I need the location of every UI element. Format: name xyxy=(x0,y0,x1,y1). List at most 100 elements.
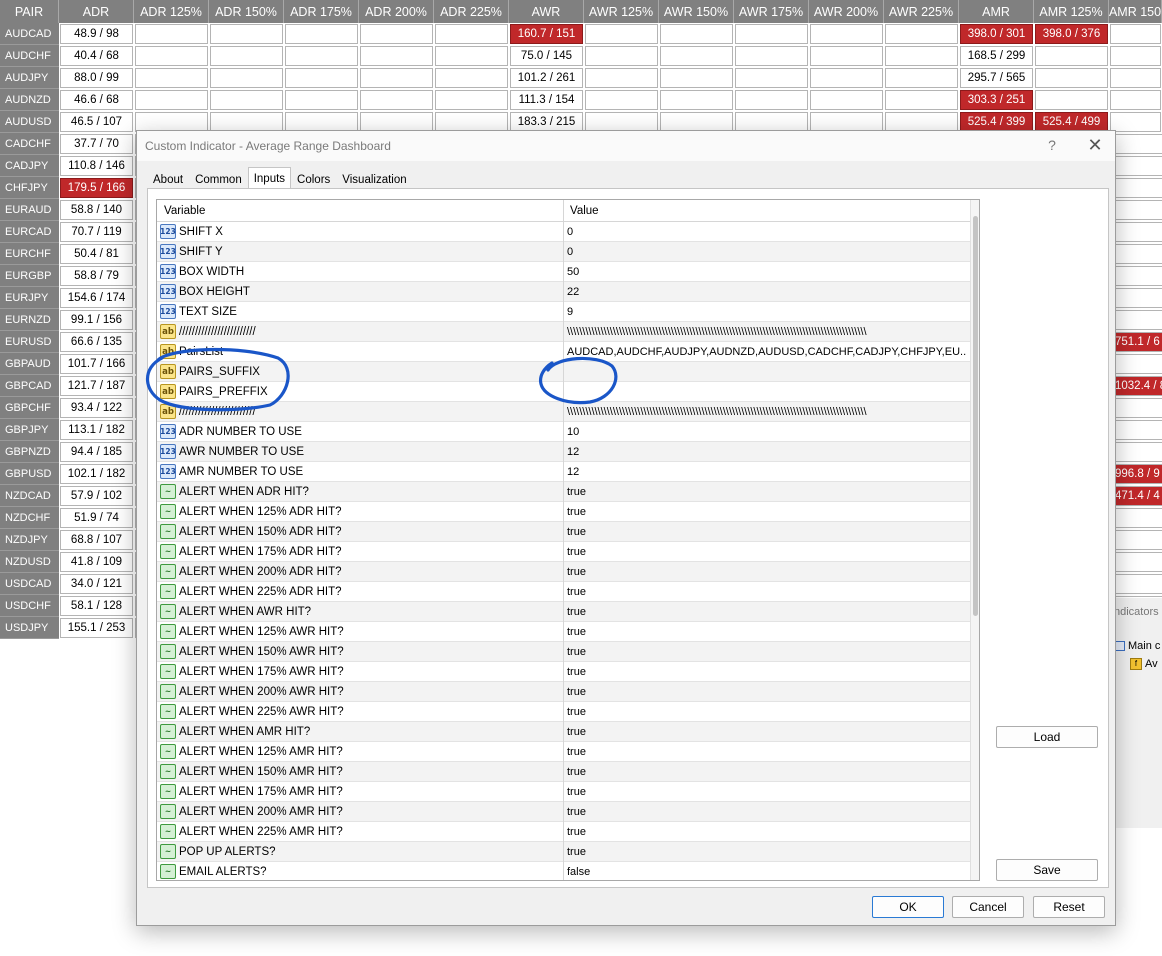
input-value[interactable]: true xyxy=(567,606,967,618)
dashboard-empty-cell xyxy=(885,68,958,88)
input-variable-name: ALERT WHEN 175% ADR HIT? xyxy=(179,546,342,558)
close-icon[interactable]: ✕ xyxy=(1085,136,1105,156)
input-value[interactable]: 50 xyxy=(567,266,967,278)
dashboard-empty-cell xyxy=(810,24,883,44)
load-button[interactable]: Load xyxy=(996,726,1098,748)
bool-type-icon: ~ xyxy=(160,544,176,559)
input-value[interactable]: true xyxy=(567,766,967,778)
dashboard-pair-label: GBPNZD xyxy=(0,441,59,463)
dashboard-pair-label: EURGBP xyxy=(0,265,59,287)
dashboard-empty-cell xyxy=(285,112,358,132)
dashboard-adr-cell: 154.6 / 174 xyxy=(60,288,133,308)
dashboard-empty-cell xyxy=(210,112,283,132)
save-button[interactable]: Save xyxy=(996,859,1098,881)
dashboard-pair-label: EURCHF xyxy=(0,243,59,265)
input-value[interactable]: 10 xyxy=(567,426,967,438)
bool-type-icon: ~ xyxy=(160,804,176,819)
input-value[interactable]: 22 xyxy=(567,286,967,298)
input-value[interactable]: true xyxy=(567,846,967,858)
tab-common[interactable]: Common xyxy=(189,169,248,189)
dashboard-adr-cell: 50.4 / 81 xyxy=(60,244,133,264)
dialog-tabs: About Common Inputs Colors Visualization xyxy=(147,167,413,189)
dashboard-adr-cell: 88.0 / 99 xyxy=(60,68,133,88)
tab-visualization[interactable]: Visualization xyxy=(336,169,412,189)
help-button[interactable]: ? xyxy=(1043,137,1061,155)
dashboard-adr-cell: 93.4 / 122 xyxy=(60,398,133,418)
dashboard-pair-label: CHFJPY xyxy=(0,177,59,199)
dashboard-adr-cell: 99.1 / 156 xyxy=(60,310,133,330)
dashboard-right-cell xyxy=(1110,574,1162,594)
input-value[interactable]: AUDCAD,AUDCHF,AUDJPY,AUDNZD,AUDUSD,CADCH… xyxy=(567,346,967,358)
navigator-item-main-chart[interactable]: Main c xyxy=(1114,640,1160,652)
dashboard-empty-cell xyxy=(435,90,508,110)
bool-type-icon: ~ xyxy=(160,664,176,679)
dashboard-empty-cell xyxy=(210,90,283,110)
input-value[interactable]: true xyxy=(567,586,967,598)
reset-button[interactable]: Reset xyxy=(1033,896,1105,918)
input-variable-name: SHIFT Y xyxy=(179,246,223,258)
input-value[interactable]: true xyxy=(567,706,967,718)
dashboard-amr-cell: 303.3 / 251 xyxy=(960,90,1033,110)
input-value[interactable]: true xyxy=(567,726,967,738)
dashboard-amr-cell: 525.4 / 399 xyxy=(960,112,1033,132)
dashboard-awr-cell: 111.3 / 154 xyxy=(510,90,583,110)
input-value[interactable]: false xyxy=(567,866,967,878)
input-value[interactable]: \\\\\\\\\\\\\\\\\\\\\\\\\\\\\\\\\\\\\\\\… xyxy=(567,326,967,338)
input-variable-name: ALERT WHEN AMR HIT? xyxy=(179,726,311,738)
input-value[interactable]: true xyxy=(567,486,967,498)
input-value[interactable]: true xyxy=(567,786,967,798)
dashboard-column-header: ADR 125% xyxy=(134,0,209,23)
dashboard-empty-cell xyxy=(360,112,433,132)
dashboard-empty-cell xyxy=(135,68,208,88)
dashboard-empty-cell xyxy=(285,46,358,66)
column-header-value[interactable]: Value xyxy=(570,205,599,217)
dashboard-pair-label: USDJPY xyxy=(0,617,59,639)
input-value[interactable]: 12 xyxy=(567,446,967,458)
input-value[interactable]: true xyxy=(567,746,967,758)
input-variable-name: ALERT WHEN 125% ADR HIT? xyxy=(179,506,342,518)
dashboard-pair-label: AUDCHF xyxy=(0,45,59,67)
integer-type-icon: 123 xyxy=(160,284,176,299)
bool-type-icon: ~ xyxy=(160,564,176,579)
integer-type-icon: 123 xyxy=(160,464,176,479)
bool-type-icon: ~ xyxy=(160,484,176,499)
input-value[interactable]: \\\\\\\\\\\\\\\\\\\\\\\\\\\\\\\\\\\\\\\\… xyxy=(567,406,967,418)
cancel-button[interactable]: Cancel xyxy=(952,896,1024,918)
scrollbar-thumb[interactable] xyxy=(973,216,978,616)
bool-type-icon: ~ xyxy=(160,584,176,599)
input-value[interactable]: true xyxy=(567,646,967,658)
input-value[interactable]: true xyxy=(567,686,967,698)
dashboard-pair-label: AUDUSD xyxy=(0,111,59,133)
dashboard-empty-cell xyxy=(285,24,358,44)
dashboard-adr-cell: 58.8 / 140 xyxy=(60,200,133,220)
dashboard-empty-cell xyxy=(360,90,433,110)
input-value[interactable]: 0 xyxy=(567,246,967,258)
input-value[interactable]: 9 xyxy=(567,306,967,318)
input-value[interactable]: 12 xyxy=(567,466,967,478)
dashboard-amr125-cell xyxy=(1035,68,1108,88)
dashboard-empty-cell xyxy=(360,46,433,66)
input-value[interactable]: true xyxy=(567,626,967,638)
input-value[interactable]: true xyxy=(567,566,967,578)
input-value[interactable]: true xyxy=(567,546,967,558)
dashboard-adr-cell: 46.5 / 107 xyxy=(60,112,133,132)
input-value[interactable]: true xyxy=(567,826,967,838)
dashboard-adr-cell: 51.9 / 74 xyxy=(60,508,133,528)
dialog-titlebar[interactable]: Custom Indicator - Average Range Dashboa… xyxy=(137,131,1115,161)
tab-about[interactable]: About xyxy=(147,169,189,189)
navigator-item-indicator[interactable]: f Av xyxy=(1130,658,1158,670)
dashboard-right-cell xyxy=(1110,530,1162,550)
tab-colors[interactable]: Colors xyxy=(291,169,336,189)
ok-button[interactable]: OK xyxy=(872,896,944,918)
tab-inputs[interactable]: Inputs xyxy=(247,167,292,189)
dashboard-right-cell xyxy=(1110,398,1162,418)
input-value[interactable]: 0 xyxy=(567,226,967,238)
input-value[interactable]: true xyxy=(567,666,967,678)
column-header-variable[interactable]: Variable xyxy=(164,205,205,217)
input-value[interactable]: true xyxy=(567,526,967,538)
grid-scrollbar[interactable] xyxy=(970,200,979,880)
input-value[interactable]: true xyxy=(567,806,967,818)
bool-type-icon: ~ xyxy=(160,864,176,879)
input-value[interactable]: true xyxy=(567,506,967,518)
string-type-icon: ab xyxy=(160,344,176,359)
